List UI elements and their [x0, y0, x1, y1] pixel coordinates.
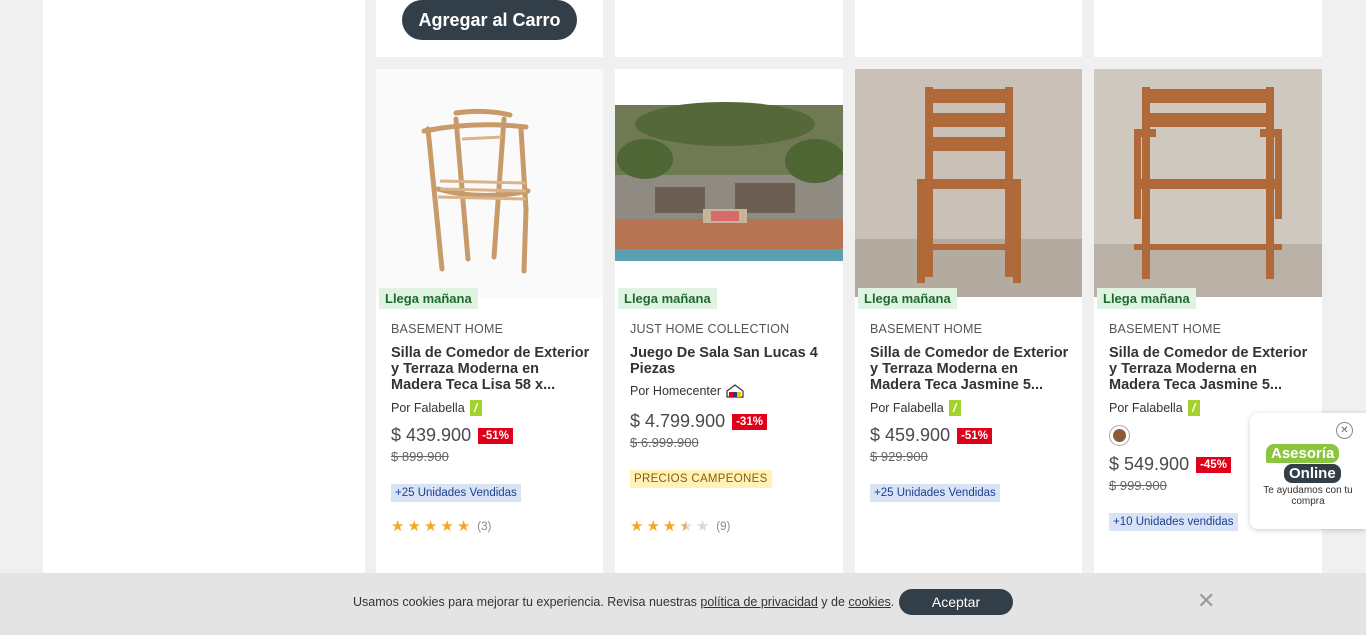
seller-name: Por Falabella — [1109, 401, 1183, 415]
price-row: $ 4.799.900 -31% — [630, 411, 767, 432]
star-icon: ★ — [391, 517, 405, 535]
old-price: $ 929.900 — [870, 449, 928, 464]
product-title[interactable]: Silla de Comedor de Exterior y Terraza M… — [391, 345, 591, 393]
old-price: $ 6.999.900 — [630, 435, 699, 450]
rating: ★ ★ ★ ★ ★ (3) — [391, 519, 491, 534]
close-icon[interactable]: ✕ — [1197, 591, 1215, 613]
discount-badge: -51% — [957, 427, 992, 444]
product-title[interactable]: Juego De Sala San Lucas 4 Piezas — [630, 345, 830, 377]
color-swatch[interactable] — [1109, 425, 1130, 446]
precios-campeones-badge: PRECIOS CAMPEONES — [630, 470, 772, 488]
asesoria-online-widget[interactable]: ✕ Asesoría Online Te ayudamos con tu com… — [1250, 413, 1366, 529]
delivery-badge: Llega mañana — [379, 288, 478, 309]
cookie-text-after: . — [890, 595, 895, 609]
product-image[interactable] — [615, 69, 843, 297]
delivery-badge: Llega mañana — [1097, 288, 1196, 309]
product-brand: BASEMENT HOME — [391, 322, 504, 336]
chat-logo-line1: Asesoría — [1266, 444, 1340, 463]
product-card[interactable]: Llega mañana JUST HOME COLLECTION Juego … — [615, 69, 843, 573]
delivery-badge: Llega mañana — [858, 288, 957, 309]
units-sold-badge: +25 Unidades Vendidas — [870, 484, 1000, 502]
product-card-top — [855, 0, 1082, 57]
current-price: $ 459.900 — [870, 425, 951, 445]
star-icon: ★ — [662, 517, 677, 535]
product-card-top — [615, 0, 843, 57]
star-icon: ★ — [407, 517, 421, 535]
rating: ★ ★ ★ ★ ★ (9) — [630, 519, 730, 534]
product-card[interactable]: Llega mañana BASEMENT HOME Silla de Come… — [376, 69, 603, 573]
star-icon: ★ — [646, 517, 660, 535]
product-card-top: Agregar al Carro — [376, 0, 603, 57]
falabella-icon: / — [469, 400, 482, 416]
cookies-link[interactable]: cookies — [848, 595, 890, 609]
product-card-top — [1094, 0, 1322, 57]
product-brand: JUST HOME COLLECTION — [630, 322, 790, 336]
seller-info: Por Falabella / — [1109, 400, 1200, 416]
chat-logo-line2: Online — [1284, 464, 1341, 483]
product-card[interactable]: Llega mañana BASEMENT HOME Silla de Come… — [855, 69, 1082, 573]
cookie-text-middle: y de — [817, 595, 849, 609]
seller-name: Por Falabella — [391, 401, 465, 415]
asesoria-logo[interactable]: Asesoría Online — [1266, 443, 1341, 483]
units-sold-badge: +25 Unidades Vendidas — [391, 484, 521, 502]
star-icon: ★ — [423, 517, 438, 535]
price-row: $ 549.900 -45% — [1109, 454, 1231, 475]
chat-subtitle: Te ayudamos con tu compra — [1263, 485, 1353, 507]
homecenter-icon — [726, 384, 744, 398]
discount-badge: -31% — [732, 413, 767, 430]
product-image[interactable] — [855, 69, 1082, 297]
price-row: $ 439.900 -51% — [391, 425, 513, 446]
old-price: $ 999.900 — [1109, 478, 1167, 493]
product-brand: BASEMENT HOME — [1109, 322, 1222, 336]
star-empty-icon: ★ — [695, 517, 710, 535]
cookie-text-before: Usamos cookies para mejorar tu experienc… — [353, 595, 701, 609]
seller-name: Por Falabella — [870, 401, 944, 415]
star-icon: ★ — [630, 517, 644, 535]
chat-close-icon[interactable]: ✕ — [1336, 422, 1353, 439]
delivery-badge: Llega mañana — [618, 288, 717, 309]
privacy-policy-link[interactable]: política de privacidad — [700, 595, 817, 609]
seller-info: Por Falabella / — [870, 400, 961, 416]
review-count: (3) — [477, 520, 492, 533]
discount-badge: -45% — [1196, 456, 1231, 473]
accept-cookies-button[interactable]: Aceptar — [899, 589, 1013, 615]
current-price: $ 4.799.900 — [630, 411, 726, 431]
star-icon: ★ — [440, 517, 454, 535]
color-swatch-fill — [1113, 429, 1126, 442]
seller-info: Por Homecenter — [630, 384, 744, 398]
current-price: $ 439.900 — [391, 425, 472, 445]
old-price: $ 899.900 — [391, 449, 449, 464]
falabella-icon: / — [948, 400, 961, 416]
star-icon: ★ — [456, 517, 471, 535]
star-half-icon: ★ — [679, 517, 693, 535]
review-count: (9) — [716, 520, 731, 533]
product-image[interactable] — [1094, 69, 1322, 297]
product-title[interactable]: Silla de Comedor de Exterior y Terraza M… — [870, 345, 1070, 393]
seller-name: Por Homecenter — [630, 384, 722, 398]
cookie-message: Usamos cookies para mejorar tu experienc… — [353, 595, 894, 609]
discount-badge: -51% — [478, 427, 513, 444]
cookie-banner: Usamos cookies para mejorar tu experienc… — [0, 573, 1366, 635]
falabella-icon: / — [1187, 400, 1200, 416]
seller-info: Por Falabella / — [391, 400, 482, 416]
product-title[interactable]: Silla de Comedor de Exterior y Terraza M… — [1109, 345, 1309, 393]
current-price: $ 549.900 — [1109, 454, 1190, 474]
product-image[interactable] — [376, 69, 603, 297]
price-row: $ 459.900 -51% — [870, 425, 992, 446]
units-sold-badge: +10 Unidades vendidas — [1109, 513, 1238, 531]
add-to-cart-button[interactable]: Agregar al Carro — [402, 0, 577, 40]
product-brand: BASEMENT HOME — [870, 322, 983, 336]
left-filter-panel — [43, 0, 365, 635]
